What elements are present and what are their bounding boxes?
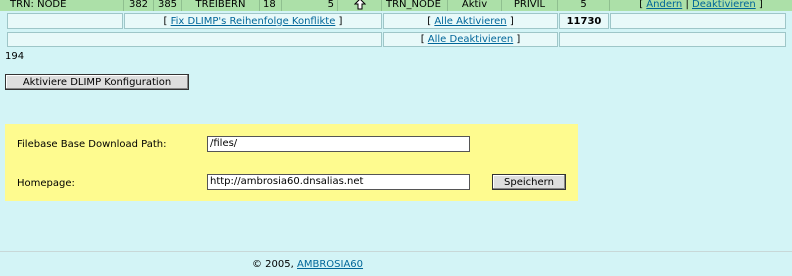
cell-n3: 18 (260, 0, 282, 11)
cell-type: TREIBERN (182, 0, 260, 11)
value-name2: TRN_NODE (386, 0, 441, 10)
module-name: TRN: NODE (10, 0, 67, 10)
deactivate-link[interactable]: Deaktivieren (692, 0, 756, 10)
value-priv: PRIVIL (513, 0, 546, 10)
value-n4: 5 (327, 0, 334, 10)
cell-status: Aktiv (448, 0, 502, 11)
status-text: Aktiv (461, 0, 488, 10)
footer-link[interactable]: AMBROSIA60 (297, 259, 363, 270)
edit-link[interactable]: Ändern (646, 0, 682, 10)
value-n3: 18 (263, 0, 276, 10)
row2-empty-end (610, 13, 786, 29)
move-up-arrow-icon[interactable] (353, 0, 366, 10)
cell-actions: [ Ändern | Deaktivieren ] (610, 0, 792, 11)
bracket-open: [ (427, 15, 432, 27)
value-type: TREIBERN (195, 0, 246, 10)
save-button[interactable]: Speichern (492, 174, 566, 190)
bracket-close: ] (509, 15, 514, 27)
homepage-field[interactable]: http://ambrosia60.dnsalias.net (207, 174, 470, 190)
footer-copyright: © 2005, (252, 259, 294, 270)
cell-name2: TRN_NODE (382, 0, 448, 11)
row2-activate-cell: [ Alle Aktivieren ] (383, 13, 558, 29)
value-n2: 385 (157, 0, 178, 10)
separator: | (685, 0, 689, 10)
row2-empty-cell (7, 13, 123, 29)
cell-n2: 385 (154, 0, 182, 11)
row3-empty-cell (7, 32, 382, 47)
cell-move[interactable] (338, 0, 382, 11)
footer: © 2005, AMBROSIA60 (252, 259, 363, 270)
value-n1: 382 (128, 0, 149, 10)
deactivate-all-link[interactable]: Alle Deaktivieren (428, 34, 513, 45)
row2-fix-cell: [ Fix DLIMP's Reihenfolge Konflikte ] (124, 13, 382, 29)
download-path-field[interactable]: /files/ (207, 136, 470, 152)
cell-n4: 5 (282, 0, 338, 11)
cell-n5: 5 (558, 0, 610, 11)
cell-name: TRN: NODE (0, 0, 124, 11)
bracket-close: ] (516, 34, 521, 45)
download-path-label: Filebase Base Download Path: (17, 139, 167, 150)
activate-dlimp-config-button[interactable]: Aktiviere DLIMP Konfiguration (5, 74, 189, 90)
item-counter: 194 (5, 51, 25, 62)
cell-n1: 382 (124, 0, 154, 11)
total-count: 11730 (566, 15, 602, 27)
homepage-label: Homepage: (17, 178, 75, 189)
row2-count-cell: 11730 (559, 13, 609, 29)
value-n5: 5 (580, 0, 587, 10)
bracket-close: ] (758, 0, 763, 10)
footer-divider (0, 251, 792, 252)
activate-all-link[interactable]: Alle Aktivieren (434, 16, 506, 27)
cell-priv: PRIVIL (502, 0, 558, 11)
row3-deactivate-cell: [ Alle Deaktivieren ] (383, 32, 558, 47)
fix-order-conflicts-link[interactable]: Fix DLIMP's Reihenfolge Konflikte (171, 16, 336, 27)
row3-empty-end (559, 32, 786, 47)
bracket-open: [ (420, 34, 425, 45)
bracket-close: ] (338, 15, 343, 27)
table-row-module: TRN: NODE 382 385 TREIBERN 18 5 TRN_NODE… (0, 0, 792, 11)
bracket-open: [ (163, 15, 168, 27)
bracket-open: [ (639, 0, 644, 10)
settings-form-panel: Filebase Base Download Path: /files/ Hom… (5, 124, 578, 201)
